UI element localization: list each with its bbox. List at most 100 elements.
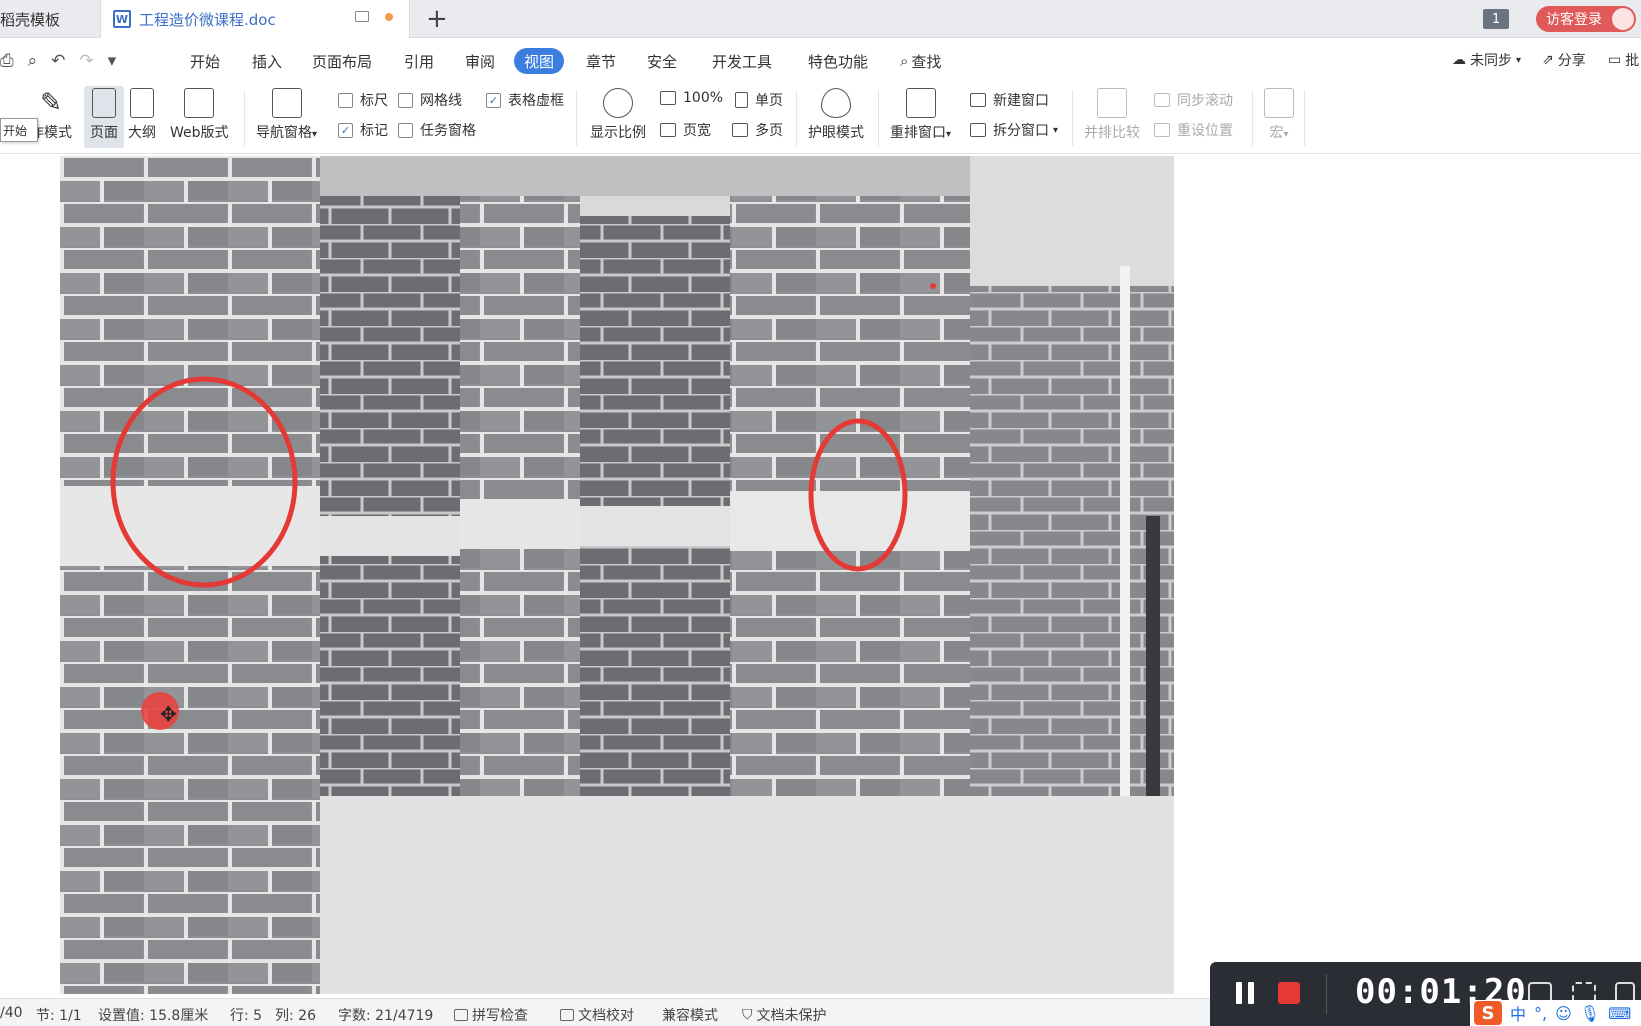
document-image-brick-wall[interactable] xyxy=(60,156,1174,994)
chevron-down-icon: ▾ xyxy=(1516,54,1522,66)
tab-document[interactable]: W 工程造价微课程.doc xyxy=(100,0,410,38)
pause-button[interactable] xyxy=(1236,982,1254,1004)
outline-label: 大纲 xyxy=(128,125,156,141)
tab-docer-templates[interactable]: 稻壳模板 xyxy=(0,0,98,38)
avatar-icon xyxy=(1612,8,1634,30)
checkmark-icon: ✓ xyxy=(338,122,353,138)
column-indicator: 列: 26 xyxy=(275,1008,316,1024)
proofread-button[interactable]: 文档校对 xyxy=(560,1005,634,1025)
page-view-button[interactable]: 页面 xyxy=(84,86,124,148)
menu-bar: ⎙ ⌕ ↶ ↷ ▾ 开始 插入 页面布局 引用 审阅 视图 章节 安全 开发工具… xyxy=(0,38,1641,82)
single-page-label: 单页 xyxy=(755,93,783,109)
page-view-label: 页面 xyxy=(90,125,118,141)
checkbox-icon xyxy=(338,92,353,108)
menu-chapter[interactable]: 章节 xyxy=(586,48,616,74)
guest-login-button[interactable]: 访客登录 xyxy=(1536,6,1636,32)
sogou-logo-icon[interactable]: S xyxy=(1474,1001,1502,1025)
ruler-checkbox[interactable]: 标尺 xyxy=(338,90,388,110)
comment-label: 批 xyxy=(1625,53,1640,69)
eye-icon xyxy=(821,88,851,118)
keyboard-icon[interactable]: ⌨ xyxy=(1608,1004,1631,1023)
new-window-button[interactable]: 新建窗口 xyxy=(970,90,1049,110)
marks-checkbox[interactable]: ✓ 标记 xyxy=(338,120,388,140)
unsaved-dot-icon xyxy=(385,12,393,21)
menu-search[interactable]: ⌕ 查找 xyxy=(900,48,941,74)
sync-status[interactable]: ☁ 未同步 ▾ xyxy=(1452,50,1521,70)
ime-language[interactable]: 中 xyxy=(1510,1001,1526,1025)
new-tab-plus-icon[interactable]: + xyxy=(426,4,448,34)
multi-page-button[interactable]: 多页 xyxy=(732,120,783,140)
comment-button[interactable]: ▭ 批 xyxy=(1608,50,1639,70)
compat-mode: 兼容模式 xyxy=(662,1008,718,1024)
table-gridlines-label: 表格虚框 xyxy=(508,93,564,109)
redo-icon[interactable]: ↷ xyxy=(79,51,93,71)
print-preview-icon[interactable]: ⌕ xyxy=(28,51,38,71)
web-layout-button[interactable]: Web版式 xyxy=(170,88,229,142)
menu-insert[interactable]: 插入 xyxy=(252,48,282,74)
sync-scroll-button[interactable]: 同步滚动 xyxy=(1154,90,1233,110)
split-window-icon xyxy=(970,123,986,137)
gridlines-checkbox[interactable]: 网格线 xyxy=(398,90,462,110)
nav-pane-icon xyxy=(271,88,302,118)
table-gridlines-checkbox[interactable]: ✓ 表格虚框 xyxy=(486,90,564,110)
menu-references[interactable]: 引用 xyxy=(404,48,434,74)
nav-pane-button[interactable]: 导航窗格▾ xyxy=(256,88,317,142)
rearrange-icon xyxy=(905,88,936,118)
single-page-button[interactable]: 单页 xyxy=(735,90,783,110)
chevron-down-icon: ▾ xyxy=(1053,124,1059,136)
window-count-badge[interactable]: 1 xyxy=(1483,9,1509,29)
reset-position-button[interactable]: 重设位置 xyxy=(1154,120,1233,140)
word-count[interactable]: 字数: 21/4719 xyxy=(338,1005,433,1025)
sync-label: 未同步 xyxy=(1470,53,1512,69)
stop-button[interactable] xyxy=(1278,982,1300,1004)
menu-review[interactable]: 审阅 xyxy=(465,48,495,74)
login-label: 访客登录 xyxy=(1546,12,1602,28)
rearrange-label: 重排窗口 xyxy=(890,125,946,141)
customize-dropdown-icon[interactable]: ▾ xyxy=(108,51,117,71)
spell-check-label: 拼写检查 xyxy=(472,1008,528,1024)
zoom-button[interactable]: 显示比例 xyxy=(590,88,646,142)
ribbon-separator xyxy=(576,90,577,146)
reset-position-label: 重设位置 xyxy=(1177,123,1233,139)
recorder-separator xyxy=(1326,974,1327,1014)
page-counter[interactable]: /40 xyxy=(0,1005,23,1021)
undo-icon[interactable]: ↶ xyxy=(51,51,65,71)
nav-pane-label: 导航窗格 xyxy=(256,125,312,141)
task-pane-checkbox[interactable]: 任务窗格 xyxy=(398,120,476,140)
menu-security[interactable]: 安全 xyxy=(647,48,677,74)
monitor-icon[interactable] xyxy=(355,11,369,22)
page-width-icon xyxy=(660,123,676,137)
menu-start[interactable]: 开始 xyxy=(190,48,220,74)
menu-features[interactable]: 特色功能 xyxy=(808,48,868,74)
page-icon xyxy=(92,88,116,118)
side-by-side-icon xyxy=(1097,88,1127,118)
outline-button[interactable]: 大纲 xyxy=(128,88,156,142)
chevron-down-icon: ▾ xyxy=(1283,129,1289,140)
zoom-100-button[interactable]: 100% xyxy=(660,90,723,106)
ime-punctuation[interactable]: °, xyxy=(1534,1004,1547,1023)
cloud-icon: ☁ xyxy=(1452,52,1466,68)
macro-button[interactable]: 宏▾ xyxy=(1264,88,1294,142)
eye-care-button[interactable]: 护眼模式 xyxy=(808,88,864,142)
ribbon-separator xyxy=(796,90,797,146)
emoji-icon[interactable]: ☺ xyxy=(1555,1004,1572,1023)
share-button[interactable]: ⇗ 分享 xyxy=(1542,50,1586,70)
menu-page-layout[interactable]: 页面布局 xyxy=(312,48,372,74)
zoom-label: 显示比例 xyxy=(590,125,646,141)
proofread-icon xyxy=(560,1009,574,1021)
word-doc-icon: W xyxy=(113,10,131,28)
side-by-side-button[interactable]: 并排比较 xyxy=(1084,88,1140,142)
section-indicator: 节: 1/1 xyxy=(36,1008,82,1024)
rearrange-windows-button[interactable]: 重排窗口▾ xyxy=(890,88,951,142)
page-width-button[interactable]: 页宽 xyxy=(660,120,711,140)
print-icon[interactable]: ⎙ xyxy=(0,51,14,71)
split-window-button[interactable]: 拆分窗口 ▾ xyxy=(970,120,1058,140)
sync-scroll-icon xyxy=(1154,93,1170,107)
menu-developer[interactable]: 开发工具 xyxy=(712,48,772,74)
spell-check-button[interactable]: 拼写检查 xyxy=(454,1005,528,1025)
microphone-icon[interactable]: 🎙 xyxy=(1580,1004,1600,1023)
protection-label: 文档未保护 xyxy=(756,1008,827,1024)
menu-view[interactable]: 视图 xyxy=(514,48,565,74)
protection-status[interactable]: ⛉ 文档未保护 xyxy=(742,1005,827,1025)
document-area[interactable]: ✥ xyxy=(0,154,1641,998)
